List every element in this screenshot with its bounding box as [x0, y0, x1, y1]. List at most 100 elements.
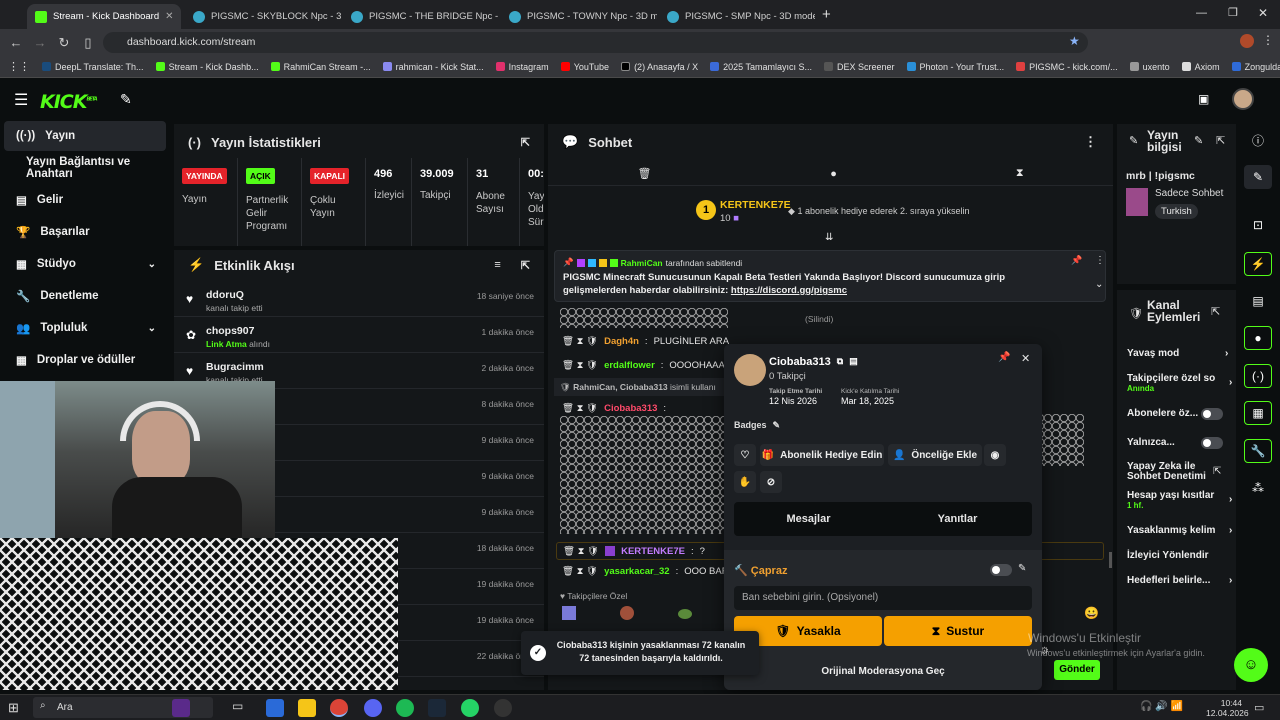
wrench-icon[interactable]: 🔧: [1244, 439, 1272, 463]
back-icon[interactable]: ←: [4, 35, 28, 50]
minimize-icon[interactable]: —: [1196, 7, 1207, 19]
action-raid[interactable]: İzleyici Yönlendir: [1127, 550, 1227, 561]
action-account-age[interactable]: Hesap yaşı kısıtlar 1 hf. ›: [1127, 490, 1232, 510]
popout-icon[interactable]: ⇱: [1211, 305, 1220, 318]
hourglass-icon[interactable]: ⧗: [1016, 167, 1024, 180]
info-icon[interactable]: ⓘ: [1244, 128, 1272, 152]
bookmark-item[interactable]: YouTube: [555, 62, 615, 72]
chat-bubble-icon[interactable]: ●: [1244, 326, 1272, 350]
obs-icon[interactable]: [494, 699, 512, 717]
layout-icon[interactable]: ▦: [1244, 401, 1272, 425]
close-icon[interactable]: ✕: [165, 11, 173, 22]
sidebar-item-topluluk[interactable]: 👥 Topluluk ⌄: [4, 313, 166, 343]
emote[interactable]: [562, 606, 576, 620]
sidebar-item-droplar[interactable]: ▦ Droplar ve ödüller: [4, 345, 166, 375]
edit-icon[interactable]: ✎: [1194, 134, 1203, 147]
filter-icon[interactable]: ≡: [494, 259, 500, 271]
bookmark-item[interactable]: uxento: [1124, 62, 1176, 72]
bookmark-item[interactable]: PIGSMC - kick.com/...: [1010, 62, 1124, 72]
menu-dots-icon[interactable]: ⋮: [1262, 33, 1274, 47]
rule-toggle[interactable]: [990, 564, 1012, 576]
vip-button[interactable]: 👤 Önceliğe Ekle: [888, 444, 982, 466]
kick-logo[interactable]: KICKBETA: [40, 91, 98, 113]
action-goals[interactable]: Hedefleri belirle... ›: [1127, 575, 1232, 586]
hand-button[interactable]: ✋: [734, 471, 756, 493]
chat-bubble-icon[interactable]: ●: [830, 168, 837, 180]
taskbar-app-icon[interactable]: [266, 699, 284, 717]
action-slow-mode[interactable]: Yavaş mod ›: [1127, 348, 1228, 359]
reload-icon[interactable]: ↻: [52, 35, 76, 51]
sidebar-item-denetleme[interactable]: 🔧 Denetleme: [4, 281, 166, 311]
bookmark-item[interactable]: RahmiCan Stream -...: [265, 62, 377, 72]
copy-icon[interactable]: ⧉: [837, 356, 843, 368]
emote[interactable]: [678, 609, 692, 619]
apps-icon[interactable]: ⋮⋮: [0, 60, 36, 73]
block-button[interactable]: ⊘: [760, 471, 782, 493]
bookmark-item[interactable]: Axiom: [1176, 62, 1226, 72]
sidebar-item-studyo[interactable]: ▦ Stüdyo ⌄: [4, 249, 166, 279]
bookmark-item[interactable]: Stream - Kick Dashb...: [150, 62, 265, 72]
task-view-icon[interactable]: ▭: [232, 699, 250, 717]
chat-scrollbar[interactable]: [1109, 552, 1112, 568]
discord-icon[interactable]: [364, 699, 382, 717]
tab-smp[interactable]: PIGSMC - SMP Npc - 3D mode ✕: [659, 4, 815, 29]
action-followers-only[interactable]: Takipçilere özel so Anında ›: [1127, 373, 1232, 393]
sidebar-item-stream-key[interactable]: Yayın Bağlantısı ve Anahtarı: [4, 153, 166, 183]
bookmark-item[interactable]: DeepL Translate: Th...: [36, 62, 150, 72]
forward-icon[interactable]: →: [28, 35, 52, 50]
broadcast-icon[interactable]: (·): [1244, 364, 1272, 388]
spotify-icon[interactable]: [396, 699, 414, 717]
restore-icon[interactable]: ❐: [1228, 6, 1238, 19]
emoji-icon[interactable]: 😀: [1084, 606, 1099, 620]
tab-skyblock[interactable]: PIGSMC - SKYBLOCK Npc - 3D ✕: [185, 4, 341, 29]
pin-tool-icon[interactable]: ✎: [120, 91, 132, 108]
notification-icon[interactable]: ▭: [1254, 701, 1264, 714]
dashboard-switch-icon[interactable]: ▣: [1198, 92, 1209, 106]
watch-button[interactable]: ◉: [984, 444, 1006, 466]
unpin-icon[interactable]: 📌: [1071, 255, 1082, 266]
tab-replies[interactable]: Yanıtlar: [883, 502, 1032, 536]
bookmark-star-icon[interactable]: ★: [1069, 34, 1080, 48]
pinned-link[interactable]: https://discord.gg/pigsmc: [731, 285, 847, 296]
bookmark-item[interactable]: (2) Anasayfa / X: [615, 62, 704, 72]
bookmark-item[interactable]: DEX Screener: [818, 62, 901, 72]
follow-heart-button[interactable]: ♡: [734, 444, 756, 466]
bookmark-item[interactable]: rahmican - Kick Stat...: [377, 62, 490, 72]
subscribers-only-toggle[interactable]: [1201, 408, 1223, 420]
pinned-menu-icon[interactable]: ⋮: [1095, 255, 1105, 266]
popout-icon[interactable]: ⇱: [521, 136, 530, 149]
emotes-only-toggle[interactable]: [1201, 437, 1223, 449]
trash-icon[interactable]: 🗑: [637, 167, 651, 180]
chevron-down-icon[interactable]: ⌄: [1095, 279, 1103, 290]
edit-icon[interactable]: ✎: [773, 420, 781, 431]
notes-icon[interactable]: ▤: [849, 356, 858, 368]
steam-icon[interactable]: [428, 699, 446, 717]
edit-icon[interactable]: ✎: [1244, 165, 1272, 189]
target-icon[interactable]: ⊡: [1244, 213, 1272, 237]
sidebar-item-gelir[interactable]: ▤ Gelir: [4, 185, 166, 215]
timeout-button[interactable]: ⧗ Sustur: [884, 616, 1032, 646]
profile-avatar-icon[interactable]: [1240, 34, 1254, 48]
popout-icon[interactable]: ⇱: [1216, 134, 1225, 147]
action-banned-words[interactable]: Yasaklanmış kelim ›: [1127, 525, 1232, 536]
popout-icon[interactable]: ⇱: [521, 259, 530, 272]
sidebar-item-yayin[interactable]: ((·)) Yayın: [4, 121, 166, 151]
sidebar-toggle-icon[interactable]: ▯: [76, 35, 100, 51]
original-moderation-link[interactable]: Orijinal Moderasyona Geç: [724, 666, 1042, 677]
tab-kick-dashboard[interactable]: Stream - Kick Dashboard ✕: [27, 4, 181, 29]
community-icon[interactable]: ⁂: [1244, 476, 1272, 500]
support-chat-icon[interactable]: ☺: [1234, 648, 1268, 682]
tray-icons[interactable]: 🎧 🔊 📶: [1140, 701, 1183, 712]
taskbar-widget-icon[interactable]: [172, 699, 190, 717]
taskbar-clock[interactable]: 10:44 12.04.2026: [1206, 698, 1249, 718]
sidebar-item-basarilar[interactable]: 🏆 Başarılar: [4, 217, 166, 247]
bookmark-item[interactable]: Zonguldak İngilizce...: [1226, 62, 1280, 72]
windows-start-icon[interactable]: ⊞: [8, 700, 19, 716]
chat-menu-icon[interactable]: ⋮: [1084, 134, 1097, 150]
external-link-icon[interactable]: ⇱: [1213, 466, 1221, 477]
action-ai-moderation[interactable]: Yapay Zeka ile Sohbet Denetimi: [1127, 462, 1209, 482]
notes-icon[interactable]: ▤: [1244, 289, 1272, 313]
tab-towny[interactable]: PIGSMC - TOWNY Npc - 3D mo ✕: [501, 4, 657, 29]
url-field[interactable]: dashboard.kick.com/stream: [103, 32, 1088, 53]
bookmark-item[interactable]: 2025 Tamamlayıcı S...: [704, 62, 818, 72]
